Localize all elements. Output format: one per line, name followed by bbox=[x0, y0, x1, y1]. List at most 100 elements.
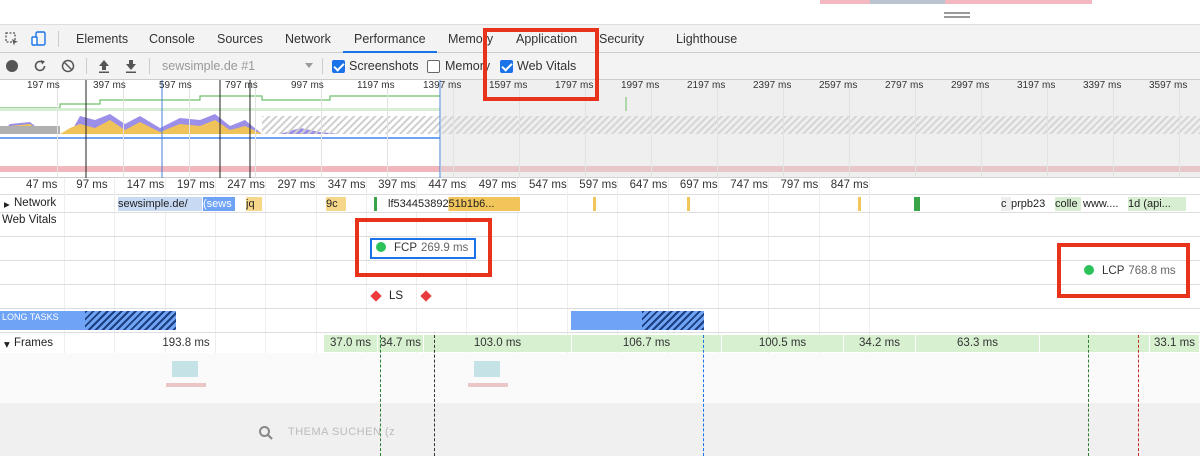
network-request[interactable]: 1d (api... bbox=[1128, 197, 1186, 211]
network-request[interactable] bbox=[858, 197, 861, 211]
overview-tick-label: 2997 ms bbox=[951, 80, 990, 91]
tab-elements[interactable]: Elements bbox=[76, 25, 128, 53]
network-request[interactable]: (sews bbox=[203, 197, 235, 211]
tab-network[interactable]: Network bbox=[285, 25, 331, 53]
web-vitals-row-label: Web Vitals bbox=[2, 214, 57, 226]
frames-row-label[interactable]: Frames bbox=[14, 337, 53, 349]
search-icon bbox=[258, 425, 274, 441]
ruler-tick-label: 447 ms bbox=[428, 179, 467, 191]
frames-row-toggle[interactable]: ▾ bbox=[4, 337, 10, 351]
frame-block[interactable]: 34.7 ms bbox=[378, 335, 424, 352]
frame-block[interactable]: 37.0 ms bbox=[324, 335, 378, 352]
long-task-bar[interactable] bbox=[571, 311, 704, 330]
profile-select[interactable]: sewsimple.de #1 bbox=[162, 59, 255, 73]
inspect-element-icon[interactable] bbox=[5, 32, 19, 46]
frame-block[interactable]: 63.3 ms bbox=[916, 335, 1040, 352]
network-request[interactable]: sewsimple.de/ bbox=[118, 197, 202, 211]
overview-gridline bbox=[1179, 80, 1180, 178]
tab-performance[interactable]: Performance bbox=[343, 25, 437, 53]
ruler-tick-label: 797 ms bbox=[780, 179, 819, 191]
overview-tick-label: 1997 ms bbox=[621, 80, 660, 91]
ruler-tick-label: 747 ms bbox=[730, 179, 768, 191]
ruler-gridline bbox=[567, 178, 568, 358]
network-request[interactable]: www.... bbox=[1083, 197, 1127, 211]
ruler-tick-label: 697 ms bbox=[679, 179, 718, 191]
network-row-toggle[interactable]: ▸ bbox=[4, 197, 10, 211]
ruler-gridline bbox=[315, 178, 317, 358]
devtools-window: Elements Console Sources Network Perform… bbox=[0, 0, 1200, 456]
clear-icon[interactable] bbox=[61, 59, 75, 73]
overview-tick-label: 3597 ms bbox=[1149, 80, 1188, 91]
ruler-tick-label: 97 ms bbox=[76, 179, 108, 191]
network-request[interactable] bbox=[593, 197, 596, 211]
record-icon[interactable] bbox=[6, 60, 18, 72]
overview-tick-label: 1397 ms bbox=[423, 80, 462, 91]
frame-block[interactable]: 106.7 ms bbox=[572, 335, 722, 352]
screenshots-strip[interactable]: THEMA SUCHEN (z bbox=[0, 353, 1200, 456]
overview-gridline bbox=[915, 80, 916, 178]
layout-shift-icon[interactable] bbox=[420, 290, 432, 302]
memory-checkbox[interactable] bbox=[427, 60, 440, 73]
overview-gridline bbox=[321, 80, 322, 178]
upload-profile-icon[interactable] bbox=[97, 58, 111, 74]
download-profile-icon[interactable] bbox=[124, 58, 138, 74]
tab-sources[interactable]: Sources bbox=[217, 25, 263, 53]
overview-tick-label: 2397 ms bbox=[753, 80, 792, 91]
overview-tick-label: 797 ms bbox=[225, 80, 258, 91]
timeline-overview[interactable]: 197 ms 397 ms 597 ms 797 ms 997 ms 1197 ms 139… bbox=[0, 80, 1200, 178]
ruler-gridline bbox=[818, 178, 820, 358]
overview-tick-label: 3397 ms bbox=[1083, 80, 1122, 91]
highlight-box-lcp bbox=[1057, 243, 1190, 298]
site-logo-icon bbox=[156, 357, 216, 397]
network-request[interactable] bbox=[687, 197, 690, 211]
ruler-tick-label: 47 ms bbox=[26, 179, 58, 191]
tab-security[interactable]: Security bbox=[599, 25, 644, 53]
network-request[interactable]: c bbox=[1001, 197, 1011, 211]
page-preview-image bbox=[870, 0, 945, 4]
overview-tick-label: 2597 ms bbox=[819, 80, 858, 91]
reload-record-icon[interactable] bbox=[33, 59, 47, 73]
overview-tick-label: 597 ms bbox=[159, 80, 192, 91]
network-row-label[interactable]: Network bbox=[14, 197, 56, 209]
tab-console[interactable]: Console bbox=[149, 25, 195, 53]
frame-block[interactable]: 103.0 ms bbox=[424, 335, 572, 352]
frame-block[interactable]: 100.5 ms bbox=[722, 335, 844, 352]
chevron-down-icon[interactable] bbox=[305, 63, 313, 68]
overview-gridline bbox=[717, 80, 718, 178]
page-preview-thumb bbox=[820, 0, 1092, 4]
layout-shift-label: LS bbox=[389, 290, 404, 302]
overview-gridline bbox=[651, 80, 652, 178]
ruler-tick-label: 197 ms bbox=[176, 179, 215, 191]
device-toolbar-icon[interactable] bbox=[31, 31, 47, 47]
overview-tick-label: 1197 ms bbox=[357, 80, 395, 91]
tab-lighthouse[interactable]: Lighthouse bbox=[676, 25, 737, 53]
network-request[interactable]: 9c bbox=[326, 197, 346, 211]
overview-gridline bbox=[1047, 80, 1048, 178]
ruler-gridline bbox=[617, 178, 619, 358]
overview-gridline bbox=[387, 80, 388, 178]
network-request[interactable] bbox=[914, 197, 920, 211]
screenshots-checkbox[interactable] bbox=[332, 60, 345, 73]
ruler-tick-label: 147 ms bbox=[126, 179, 165, 191]
network-request[interactable]: jq bbox=[246, 197, 262, 211]
ruler-gridline bbox=[64, 178, 65, 358]
overview-gridline bbox=[57, 80, 58, 178]
network-request[interactable] bbox=[374, 197, 377, 211]
overview-tick-label: 2797 ms bbox=[885, 80, 924, 91]
screenshots-label: Screenshots bbox=[349, 59, 419, 73]
overview-gridline bbox=[255, 80, 256, 178]
network-request[interactable]: lf53445389251b1b6... bbox=[388, 197, 520, 211]
frame-block[interactable] bbox=[1040, 335, 1150, 352]
network-request[interactable]: colle bbox=[1055, 197, 1081, 211]
frame-block[interactable]: 34.2 ms bbox=[844, 335, 916, 352]
frame-block[interactable]: 33.1 ms bbox=[1150, 335, 1200, 352]
network-request[interactable]: prpb23 bbox=[1011, 197, 1053, 211]
long-tasks-label: LONG TASKS bbox=[2, 312, 59, 322]
overview-tick-label: 2197 ms bbox=[687, 80, 726, 91]
ruler-tick-label: 547 ms bbox=[529, 179, 567, 191]
frame-block[interactable]: 193.8 ms bbox=[136, 335, 236, 352]
layout-shift-icon[interactable] bbox=[370, 290, 382, 302]
overview-tick-label: 397 ms bbox=[93, 80, 126, 91]
resize-grip-icon[interactable] bbox=[944, 12, 970, 18]
ruler-tick-label: 397 ms bbox=[378, 179, 416, 191]
